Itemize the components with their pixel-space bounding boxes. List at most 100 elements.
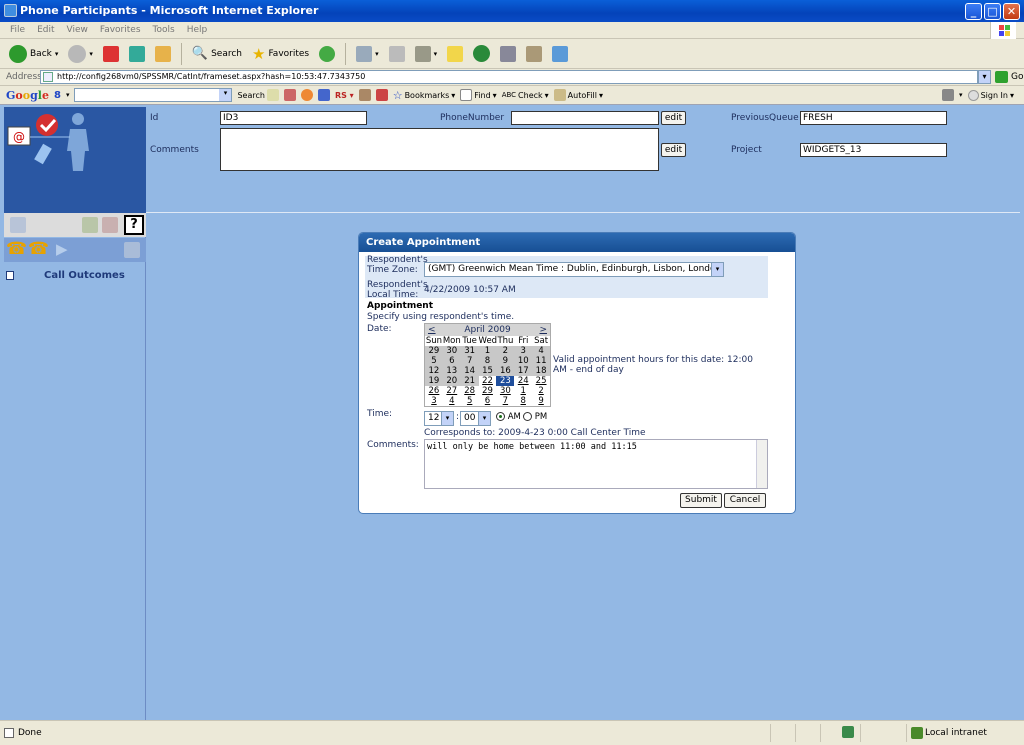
phone-icon[interactable]: ☎ (6, 239, 27, 259)
calendar-day[interactable]: 17 (514, 366, 533, 376)
calendar-day[interactable]: 23 (496, 376, 515, 386)
phone-number-field[interactable] (511, 111, 659, 125)
search-button[interactable]: 🔍 Search (189, 42, 245, 66)
project-field[interactable]: WIDGETS_13 (800, 143, 947, 157)
cancel-button[interactable]: Cancel (724, 493, 766, 508)
calendar-day[interactable]: 1 (514, 386, 532, 396)
edit-phone-button[interactable]: edit (661, 111, 686, 125)
calendar-day[interactable]: 13 (442, 366, 461, 376)
pm-radio[interactable] (523, 412, 532, 421)
calendar-day[interactable]: 16 (496, 366, 515, 376)
calendar-day[interactable]: 30 (496, 386, 514, 396)
research-button[interactable] (497, 42, 519, 66)
id-field[interactable]: ID3 (220, 111, 367, 125)
calendar-day[interactable]: 31 (460, 346, 479, 356)
calendar-day[interactable]: 8 (478, 356, 497, 366)
close-button[interactable]: ✕ (1003, 3, 1020, 20)
hour-select[interactable]: 12 ▾ (424, 411, 454, 426)
calendar-day[interactable]: 8 (514, 396, 532, 406)
calendar-day[interactable]: 24 (514, 376, 532, 386)
calendar-day[interactable]: 30 (442, 346, 461, 356)
calendar-day[interactable]: 12 (425, 366, 443, 376)
signin-button[interactable]: Sign In ▾ (967, 89, 1014, 101)
calendar-next-month[interactable]: > (539, 324, 547, 336)
maximize-button[interactable]: □ (984, 3, 1001, 20)
calendar-day[interactable]: 26 (425, 386, 443, 396)
submit-button[interactable]: Submit (680, 493, 722, 508)
calendar-day[interactable]: 3 (514, 346, 533, 356)
schedule-icon[interactable] (82, 217, 98, 233)
appointment-comments[interactable]: will only be home between 11:00 and 11:1… (424, 439, 768, 489)
globe-button[interactable] (470, 42, 493, 66)
calendar-day[interactable]: 9 (532, 396, 550, 406)
go-button[interactable]: Go (995, 71, 1023, 83)
help-button[interactable]: ? (124, 215, 144, 235)
tag-icon[interactable] (102, 217, 118, 233)
calendar-day[interactable]: 18 (532, 366, 551, 376)
google-search-button[interactable]: Search (237, 89, 279, 101)
find-button[interactable]: Find ▾ (460, 89, 497, 101)
pagerank-icon[interactable] (283, 89, 296, 101)
calendar-day[interactable]: 5 (425, 356, 443, 366)
calendar-day[interactable]: 28 (461, 386, 479, 396)
calendar-day[interactable]: 2 (496, 346, 515, 356)
calendar-day[interactable]: 2 (532, 386, 550, 396)
check-button[interactable]: ABC Check ▾ (502, 91, 549, 100)
calendar-day[interactable]: 4 (532, 346, 551, 356)
calendar-day[interactable]: 4 (443, 396, 461, 406)
supervisor-icon[interactable] (124, 242, 140, 258)
menu-view[interactable]: View (61, 22, 94, 38)
mail-button[interactable]: ▾ (353, 42, 382, 66)
play-icon[interactable]: ▶ (56, 240, 68, 258)
calendar-day[interactable]: 6 (479, 396, 497, 406)
home-button[interactable] (152, 42, 174, 66)
popup-blocker-icon[interactable] (375, 89, 388, 101)
google-search-input[interactable]: ▾ (74, 88, 233, 102)
share-icon[interactable] (358, 89, 371, 101)
calendar-day[interactable]: 29 (479, 386, 497, 396)
calendar-day[interactable]: 6 (442, 356, 461, 366)
bookmarks-button[interactable]: ☆ Bookmarks ▾ (393, 89, 456, 102)
comments-scrollbar[interactable] (756, 440, 767, 488)
back-button[interactable]: Back ▾ (6, 42, 61, 66)
calendar-day[interactable]: 7 (460, 356, 479, 366)
minimize-button[interactable]: _ (965, 3, 982, 20)
edit-comments-button[interactable]: edit (661, 143, 686, 157)
history-button[interactable] (316, 42, 338, 66)
calendar-prev-month[interactable]: < (428, 324, 436, 336)
calendar-day[interactable]: 15 (478, 366, 497, 376)
calendar-day[interactable]: 20 (442, 376, 461, 386)
menu-favorites[interactable]: Favorites (94, 22, 147, 38)
calendar-day[interactable]: 14 (460, 366, 479, 376)
address-input[interactable]: http://config268vm0/SPSSMR/CatInt/frames… (40, 70, 978, 84)
timezone-select[interactable]: (GMT) Greenwich Mean Time : Dublin, Edin… (424, 262, 724, 277)
agent-icon[interactable] (10, 217, 26, 233)
call-outcomes-link[interactable]: Call Outcomes (44, 270, 125, 281)
menu-tools[interactable]: Tools (147, 22, 181, 38)
am-radio[interactable] (496, 412, 505, 421)
menu-file[interactable]: File (4, 22, 31, 38)
minute-select[interactable]: 00 ▾ (460, 411, 491, 426)
edit-page-button[interactable]: ▾ (412, 42, 441, 66)
autofill-button[interactable]: AutoFill ▾ (553, 89, 603, 101)
menu-edit[interactable]: Edit (31, 22, 60, 38)
am-option[interactable]: AM (496, 412, 521, 422)
calendar-day[interactable]: 5 (461, 396, 479, 406)
calendar-day[interactable]: 10 (514, 356, 533, 366)
calendar-day[interactable]: 1 (478, 346, 497, 356)
calendar-day[interactable]: 22 (479, 376, 497, 386)
print-button[interactable] (386, 42, 408, 66)
refresh-button[interactable] (126, 42, 148, 66)
calendar-day[interactable]: 3 (425, 396, 443, 406)
favorites-button[interactable]: ★ Favorites (249, 42, 312, 66)
g8-menu[interactable]: 8 (54, 90, 61, 101)
calendar-day[interactable]: 27 (443, 386, 461, 396)
rs-button[interactable]: RS ▾ (335, 91, 354, 100)
google-logo[interactable]: Google (6, 89, 49, 102)
calendar-day[interactable]: 25 (532, 376, 550, 386)
address-dropdown[interactable]: ▾ (978, 70, 991, 84)
calendar-day[interactable]: 11 (532, 356, 551, 366)
calendar-day[interactable]: 21 (460, 376, 479, 386)
calendar-day[interactable]: 29 (425, 346, 443, 356)
tools-button[interactable] (523, 42, 545, 66)
